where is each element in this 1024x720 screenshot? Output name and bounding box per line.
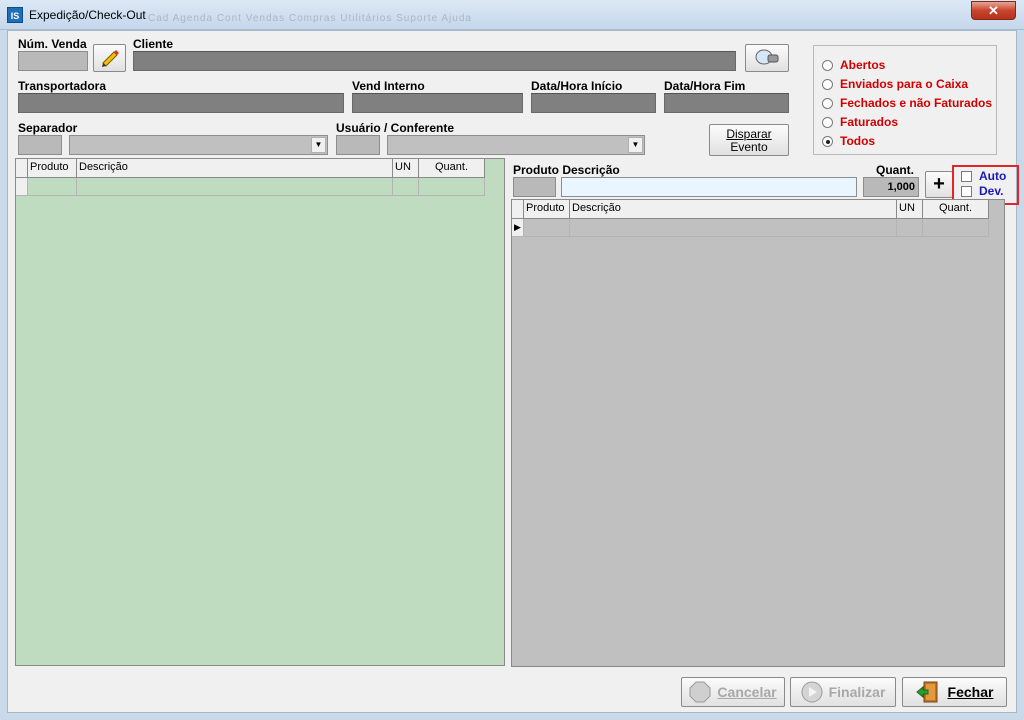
app-icon: IS xyxy=(7,7,23,23)
table-cell[interactable] xyxy=(524,219,570,237)
num-venda-input[interactable] xyxy=(18,51,88,71)
left-products-grid[interactable]: Produto Descrição UN Quant. xyxy=(15,158,505,666)
col-un[interactable]: UN xyxy=(393,159,419,178)
separador-label: Separador xyxy=(18,121,78,135)
col-quant[interactable]: Quant. xyxy=(923,200,989,219)
radio-icon xyxy=(822,116,833,128)
col-descricao[interactable]: Descrição xyxy=(570,200,897,219)
table-cell[interactable] xyxy=(28,178,77,196)
status-filter-panel: Abertos Enviados para o Caixa Fechados e… xyxy=(813,45,997,155)
radio-icon xyxy=(822,78,833,90)
chevron-down-icon: ▼ xyxy=(628,137,643,153)
filter-fechados[interactable]: Fechados e não Faturados xyxy=(822,95,992,111)
usuario-conferente-label: Usuário / Conferente xyxy=(336,121,455,135)
fechar-button[interactable]: Fechar xyxy=(902,677,1007,707)
separador-code-input[interactable] xyxy=(18,135,62,155)
row-indicator-header xyxy=(512,200,524,219)
filter-todos[interactable]: Todos xyxy=(822,133,875,149)
table-cell[interactable] xyxy=(77,178,393,196)
door-exit-icon xyxy=(915,681,938,703)
cliente-input[interactable] xyxy=(133,51,736,71)
table-cell[interactable] xyxy=(419,178,485,196)
data-inicio-input[interactable] xyxy=(531,93,656,113)
close-button[interactable]: ✕ xyxy=(971,1,1016,20)
transportadora-label: Transportadora xyxy=(18,79,107,93)
chevron-down-icon: ▼ xyxy=(311,137,326,153)
radio-selected-icon xyxy=(822,135,833,147)
quant-input[interactable]: 1,000 xyxy=(863,177,919,197)
data-fim-label: Data/Hora Fim xyxy=(664,79,746,93)
cliente-label: Cliente xyxy=(133,37,174,51)
right-items-grid[interactable]: Produto Descrição UN Quant. ▶ xyxy=(511,199,1005,667)
separador-select[interactable]: ▼ xyxy=(69,135,328,155)
col-produto[interactable]: Produto xyxy=(28,159,77,178)
stop-icon xyxy=(689,681,711,703)
add-item-button[interactable]: + xyxy=(925,171,953,198)
table-cell[interactable] xyxy=(897,219,923,237)
descricao-input[interactable] xyxy=(561,177,857,197)
transportadora-input[interactable] xyxy=(18,93,344,113)
data-inicio-label: Data/Hora Início xyxy=(531,79,623,93)
filter-abertos[interactable]: Abertos xyxy=(822,57,885,73)
produto-descricao-label: Produto Descrição xyxy=(513,163,620,177)
row-indicator xyxy=(16,178,28,196)
search-client-button[interactable] xyxy=(745,44,789,72)
col-un[interactable]: UN xyxy=(897,200,923,219)
vend-interno-input[interactable] xyxy=(352,93,523,113)
produto-code-input[interactable] xyxy=(513,177,556,197)
filter-faturados[interactable]: Faturados xyxy=(822,114,898,130)
filter-enviados[interactable]: Enviados para o Caixa xyxy=(822,76,968,92)
col-descricao[interactable]: Descrição xyxy=(77,159,393,178)
pencil-icon xyxy=(101,50,119,67)
finalizar-button[interactable]: Finalizar xyxy=(790,677,896,707)
usuario-select[interactable]: ▼ xyxy=(387,135,645,155)
play-icon xyxy=(801,681,823,703)
col-quant[interactable]: Quant. xyxy=(419,159,485,178)
cancelar-button[interactable]: Cancelar xyxy=(681,677,785,707)
data-fim-input[interactable] xyxy=(664,93,789,113)
quant-label: Quant. xyxy=(876,163,914,177)
search-icon xyxy=(755,49,779,65)
radio-icon xyxy=(822,97,833,109)
disparar-evento-button[interactable]: Disparar Evento xyxy=(709,124,789,156)
current-row-indicator-icon: ▶ xyxy=(512,219,524,237)
table-cell[interactable] xyxy=(923,219,989,237)
num-venda-label: Núm. Venda xyxy=(18,37,87,51)
background-menu-ghost: Cad Agenda Cont Vendas Compras Utilitári… xyxy=(148,13,472,24)
table-cell[interactable] xyxy=(570,219,897,237)
vend-interno-label: Vend Interno xyxy=(352,79,425,93)
usuario-code-input[interactable] xyxy=(336,135,380,155)
col-produto[interactable]: Produto xyxy=(524,200,570,219)
radio-icon xyxy=(822,59,833,71)
row-indicator-header xyxy=(16,159,28,178)
window-title: Expedição/Check-Out xyxy=(29,8,146,22)
table-cell[interactable] xyxy=(393,178,419,196)
edit-venda-button[interactable] xyxy=(93,44,126,72)
disparar-evento-line2: Evento xyxy=(730,140,768,154)
